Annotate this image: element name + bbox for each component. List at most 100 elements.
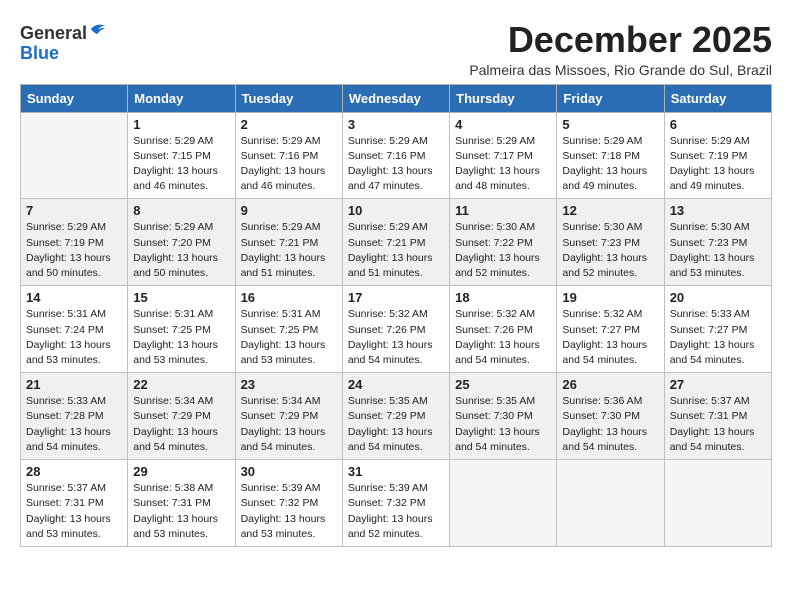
calendar-day-cell (664, 460, 771, 547)
day-number: 26 (562, 377, 658, 392)
day-number: 6 (670, 117, 766, 132)
weekday-header-cell: Friday (557, 84, 664, 112)
day-number: 21 (26, 377, 122, 392)
calendar-day-cell: 24Sunrise: 5:35 AMSunset: 7:29 PMDayligh… (342, 373, 449, 460)
day-number: 23 (241, 377, 337, 392)
day-info: Sunrise: 5:30 AMSunset: 7:22 PMDaylight:… (455, 220, 551, 281)
calendar-day-cell: 29 Sunrise: 5:38 AMSunset: 7:31 PMDayligh… (128, 460, 235, 547)
weekday-header-cell: Wednesday (342, 84, 449, 112)
day-number: 16 (241, 290, 337, 305)
calendar-day-cell: 21 Sunrise: 5:33 AMSunset: 7:28 PMDayligh… (21, 373, 128, 460)
logo: General Blue (20, 24, 107, 64)
day-number: 5 (562, 117, 658, 132)
day-info: Sunrise: 5:29 AMSunset: 7:18 PMDaylight:… (562, 134, 658, 195)
calendar-table: SundayMondayTuesdayWednesdayThursdayFrid… (20, 84, 772, 547)
day-number: 7 (26, 203, 122, 218)
calendar-day-cell (557, 460, 664, 547)
day-number: 15 (133, 290, 229, 305)
day-info: Sunrise: 5:34 AMSunset: 7:29 PMDaylight:… (133, 394, 229, 455)
calendar-week-row: 14 Sunrise: 5:31 AMSunset: 7:24 PMDayligh… (21, 286, 772, 373)
calendar-day-cell: 28 Sunrise: 5:37 AMSunset: 7:31 PMDayligh… (21, 460, 128, 547)
calendar-day-cell: 27Sunrise: 5:37 AMSunset: 7:31 PMDayligh… (664, 373, 771, 460)
location-subtitle: Palmeira das Missoes, Rio Grande do Sul,… (469, 62, 772, 78)
logo-bird-icon (89, 20, 107, 38)
day-number: 2 (241, 117, 337, 132)
day-number: 24 (348, 377, 444, 392)
day-number: 10 (348, 203, 444, 218)
calendar-day-cell: 4 Sunrise: 5:29 AMSunset: 7:17 PMDaylight… (450, 112, 557, 199)
day-number: 30 (241, 464, 337, 479)
day-info: Sunrise: 5:29 AMSunset: 7:21 PMDaylight:… (241, 220, 337, 281)
day-number: 28 (26, 464, 122, 479)
day-number: 12 (562, 203, 658, 218)
weekday-header-row: SundayMondayTuesdayWednesdayThursdayFrid… (21, 84, 772, 112)
day-number: 17 (348, 290, 444, 305)
calendar-day-cell: 6 Sunrise: 5:29 AMSunset: 7:19 PMDaylight… (664, 112, 771, 199)
calendar-day-cell: 10Sunrise: 5:29 AMSunset: 7:21 PMDayligh… (342, 199, 449, 286)
calendar-day-cell: 15Sunrise: 5:31 AMSunset: 7:25 PMDayligh… (128, 286, 235, 373)
calendar-week-row: 21 Sunrise: 5:33 AMSunset: 7:28 PMDayligh… (21, 373, 772, 460)
day-number: 13 (670, 203, 766, 218)
day-number: 29 (133, 464, 229, 479)
logo-general: General (20, 24, 87, 44)
day-info: Sunrise: 5:31 AMSunset: 7:24 PMDaylight:… (26, 307, 122, 368)
calendar-day-cell (450, 460, 557, 547)
day-info: Sunrise: 5:37 AMSunset: 7:31 PMDaylight:… (670, 394, 766, 455)
day-number: 3 (348, 117, 444, 132)
calendar-day-cell: 16Sunrise: 5:31 AMSunset: 7:25 PMDayligh… (235, 286, 342, 373)
calendar-day-cell: 26 Sunrise: 5:36 AMSunset: 7:30 PMDayligh… (557, 373, 664, 460)
calendar-day-cell: 22 Sunrise: 5:34 AMSunset: 7:29 PMDayligh… (128, 373, 235, 460)
calendar-day-cell: 31Sunrise: 5:39 AMSunset: 7:32 PMDayligh… (342, 460, 449, 547)
calendar-week-row: 7Sunrise: 5:29 AMSunset: 7:19 PMDaylight… (21, 199, 772, 286)
calendar-day-cell: 30 Sunrise: 5:39 AMSunset: 7:32 PMDayligh… (235, 460, 342, 547)
calendar-day-cell: 17 Sunrise: 5:32 AMSunset: 7:26 PMDayligh… (342, 286, 449, 373)
day-info: Sunrise: 5:34 AMSunset: 7:29 PMDaylight:… (241, 394, 337, 455)
day-number: 9 (241, 203, 337, 218)
day-info: Sunrise: 5:33 AMSunset: 7:28 PMDaylight:… (26, 394, 122, 455)
calendar-day-cell: 18Sunrise: 5:32 AMSunset: 7:26 PMDayligh… (450, 286, 557, 373)
calendar-day-cell: 14 Sunrise: 5:31 AMSunset: 7:24 PMDayligh… (21, 286, 128, 373)
day-info: Sunrise: 5:29 AMSunset: 7:17 PMDaylight:… (455, 134, 551, 195)
calendar-day-cell: 13 Sunrise: 5:30 AMSunset: 7:23 PMDayligh… (664, 199, 771, 286)
calendar-day-cell: 1Sunrise: 5:29 AMSunset: 7:15 PMDaylight… (128, 112, 235, 199)
day-number: 25 (455, 377, 551, 392)
calendar-day-cell: 3Sunrise: 5:29 AMSunset: 7:16 PMDaylight… (342, 112, 449, 199)
calendar-week-row: 28 Sunrise: 5:37 AMSunset: 7:31 PMDayligh… (21, 460, 772, 547)
calendar-day-cell: 12 Sunrise: 5:30 AMSunset: 7:23 PMDayligh… (557, 199, 664, 286)
day-number: 20 (670, 290, 766, 305)
day-info: Sunrise: 5:29 AMSunset: 7:19 PMDaylight:… (670, 134, 766, 195)
day-number: 8 (133, 203, 229, 218)
day-info: Sunrise: 5:29 AMSunset: 7:20 PMDaylight:… (133, 220, 229, 281)
calendar-day-cell: 8 Sunrise: 5:29 AMSunset: 7:20 PMDaylight… (128, 199, 235, 286)
day-info: Sunrise: 5:29 AMSunset: 7:16 PMDaylight:… (241, 134, 337, 195)
day-number: 18 (455, 290, 551, 305)
weekday-header-cell: Thursday (450, 84, 557, 112)
day-number: 14 (26, 290, 122, 305)
day-info: Sunrise: 5:37 AMSunset: 7:31 PMDaylight:… (26, 481, 122, 542)
day-info: Sunrise: 5:39 AMSunset: 7:32 PMDaylight:… (241, 481, 337, 542)
logo-blue: Blue (20, 43, 59, 63)
day-info: Sunrise: 5:38 AMSunset: 7:31 PMDaylight:… (133, 481, 229, 542)
day-info: Sunrise: 5:35 AMSunset: 7:30 PMDaylight:… (455, 394, 551, 455)
weekday-header-cell: Sunday (21, 84, 128, 112)
weekday-header-cell: Saturday (664, 84, 771, 112)
day-info: Sunrise: 5:32 AMSunset: 7:26 PMDaylight:… (348, 307, 444, 368)
day-info: Sunrise: 5:32 AMSunset: 7:27 PMDaylight:… (562, 307, 658, 368)
day-number: 1 (133, 117, 229, 132)
calendar-body: 1Sunrise: 5:29 AMSunset: 7:15 PMDaylight… (21, 112, 772, 546)
calendar-week-row: 1Sunrise: 5:29 AMSunset: 7:15 PMDaylight… (21, 112, 772, 199)
weekday-header-cell: Tuesday (235, 84, 342, 112)
day-number: 4 (455, 117, 551, 132)
day-number: 11 (455, 203, 551, 218)
day-info: Sunrise: 5:30 AMSunset: 7:23 PMDaylight:… (562, 220, 658, 281)
calendar-day-cell (21, 112, 128, 199)
day-info: Sunrise: 5:30 AMSunset: 7:23 PMDaylight:… (670, 220, 766, 281)
calendar-day-cell: 5 Sunrise: 5:29 AMSunset: 7:18 PMDaylight… (557, 112, 664, 199)
calendar-day-cell: 20Sunrise: 5:33 AMSunset: 7:27 PMDayligh… (664, 286, 771, 373)
day-number: 22 (133, 377, 229, 392)
calendar-day-cell: 9 Sunrise: 5:29 AMSunset: 7:21 PMDaylight… (235, 199, 342, 286)
calendar-day-cell: 11 Sunrise: 5:30 AMSunset: 7:22 PMDayligh… (450, 199, 557, 286)
calendar-day-cell: 23 Sunrise: 5:34 AMSunset: 7:29 PMDayligh… (235, 373, 342, 460)
calendar-day-cell: 25 Sunrise: 5:35 AMSunset: 7:30 PMDayligh… (450, 373, 557, 460)
day-info: Sunrise: 5:36 AMSunset: 7:30 PMDaylight:… (562, 394, 658, 455)
